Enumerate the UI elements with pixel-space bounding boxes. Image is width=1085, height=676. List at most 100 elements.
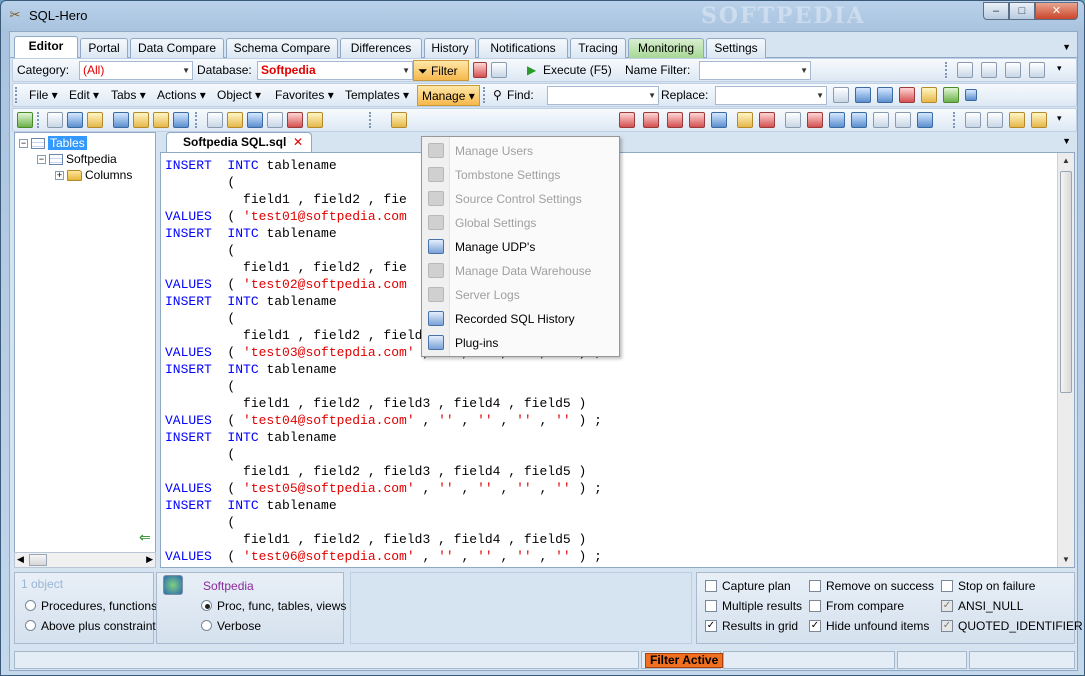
minimize-button[interactable]: – <box>983 2 1009 20</box>
menu-item-tombstone-settings[interactable]: Tombstone Settings <box>422 163 619 187</box>
tab-monitoring[interactable]: Monitoring <box>628 38 704 58</box>
help-icon[interactable] <box>737 112 753 128</box>
title-bar[interactable]: ✂ SQL-Hero SOFTPEDIA – □ ✕ <box>1 1 1084 31</box>
name-filter-select[interactable]: ▼ <box>699 61 811 80</box>
toolbar-grip[interactable] <box>369 112 373 128</box>
document-tab[interactable]: Softpedia SQL.sql ✕ <box>166 132 312 153</box>
tab-tracing[interactable]: Tracing <box>570 38 626 58</box>
menu-item-recorded-sql-history[interactable]: Recorded SQL History <box>422 307 619 331</box>
paste-icon[interactable] <box>1009 112 1025 128</box>
radio-dot[interactable] <box>25 620 36 632</box>
book-icon[interactable] <box>759 112 775 128</box>
quoted-identifier-checkbox[interactable]: ✓ QUOTED_IDENTIFIER <box>941 619 1083 633</box>
checkbox-box[interactable] <box>705 599 717 612</box>
highlight-icon[interactable] <box>921 87 937 103</box>
scroll-thumb[interactable] <box>29 554 47 566</box>
maximize-button[interactable]: □ <box>1009 2 1035 20</box>
menu-item-server-logs[interactable]: Server Logs <box>422 283 619 307</box>
menu-edit[interactable]: Edit ▾ <box>65 85 103 106</box>
checkbox-box[interactable] <box>809 599 821 612</box>
check-mark-icon[interactable]: ✓ <box>705 619 717 632</box>
toolbar-grip[interactable] <box>37 112 41 128</box>
menu-item-manage-udp-s[interactable]: Manage UDP's <box>422 235 619 259</box>
scroll-right-icon[interactable]: ▶ <box>146 554 153 565</box>
grid-delete-icon[interactable] <box>667 112 683 128</box>
script-icon[interactable] <box>113 112 129 128</box>
menu-item-plug-ins[interactable]: Plug-ins <box>422 331 619 355</box>
toolbar-grip[interactable] <box>195 112 199 128</box>
tab-editor[interactable]: Editor <box>14 36 78 59</box>
bookmark-icon[interactable] <box>943 87 959 103</box>
scroll-thumb[interactable] <box>1060 171 1072 393</box>
tab-history[interactable]: History <box>424 38 476 58</box>
small-window-icon[interactable] <box>965 89 977 101</box>
menu-item-global-settings[interactable]: Global Settings <box>422 211 619 235</box>
editor-vertical-scrollbar[interactable]: ▲ ▼ <box>1057 153 1074 567</box>
list-icon[interactable] <box>711 112 727 128</box>
checkbox-box[interactable] <box>941 579 953 592</box>
checkbox-box[interactable] <box>705 579 717 592</box>
toolbar-grip[interactable] <box>15 87 19 103</box>
sql-icon[interactable] <box>47 112 63 128</box>
user-edit-icon[interactable] <box>851 112 867 128</box>
category-select[interactable]: (All) ▼ <box>79 61 193 80</box>
radio-proc-func-tables[interactable]: Proc, func, tables, views <box>201 599 346 613</box>
tab-differences[interactable]: Differences <box>340 38 422 58</box>
radio-dot[interactable] <box>201 620 212 632</box>
copy-icon[interactable] <box>987 112 1003 128</box>
wrench-icon[interactable] <box>473 62 487 78</box>
results-in-grid-checkbox[interactable]: ✓ Results in grid <box>705 619 798 633</box>
scope-doc-icon[interactable] <box>1005 62 1021 78</box>
replace-all-icon[interactable] <box>899 87 915 103</box>
tab-portal[interactable]: Portal <box>80 38 128 58</box>
cut-icon[interactable] <box>965 112 981 128</box>
paste-special-icon[interactable] <box>1031 112 1047 128</box>
menu-item-source-control-settings[interactable]: Source Control Settings <box>422 187 619 211</box>
grid-remove-icon[interactable] <box>689 112 705 128</box>
scroll-up-icon[interactable]: ▲ <box>1062 156 1070 165</box>
ansi-null-checkbox[interactable]: ✓ ANSI_NULL <box>941 599 1023 613</box>
toolbar-grip[interactable] <box>483 87 487 103</box>
menu-actions[interactable]: Actions ▾ <box>153 85 210 106</box>
menu-file[interactable]: File ▾ <box>25 85 62 106</box>
scope-doc-icon[interactable] <box>981 62 997 78</box>
scope-doc-icon[interactable] <box>957 62 973 78</box>
collapse-icon[interactable]: − <box>19 139 28 149</box>
close-button[interactable]: ✕ <box>1035 2 1078 20</box>
tab-schema-compare[interactable]: Schema Compare <box>226 38 338 58</box>
export-icon[interactable] <box>173 112 189 128</box>
doc-icon[interactable] <box>207 112 223 128</box>
replace-input[interactable]: ▼ <box>715 86 827 105</box>
database-select[interactable]: Softpedia ▼ <box>257 61 413 80</box>
tree-node-database[interactable]: − Softpedia <box>37 152 117 168</box>
script-table-icon[interactable] <box>133 112 149 128</box>
radio-verbose[interactable]: Verbose <box>201 619 261 633</box>
find-next-icon[interactable] <box>833 87 849 103</box>
stop-on-failure-checkbox[interactable]: Stop on failure <box>941 579 1035 593</box>
check-mark-icon[interactable]: ✓ <box>941 619 953 632</box>
radio-procedures[interactable]: Procedures, functions <box>25 599 157 613</box>
search-binoculars-icon[interactable] <box>877 87 893 103</box>
open-folder-icon[interactable] <box>391 112 407 128</box>
tab-overflow-icon[interactable]: ▼ <box>1062 42 1071 52</box>
radio-dot[interactable] <box>201 600 212 612</box>
menu-object[interactable]: Object ▾ <box>213 85 265 106</box>
scroll-left-icon[interactable]: ◀ <box>17 554 24 565</box>
star-icon[interactable] <box>307 112 323 128</box>
search-all-icon[interactable] <box>855 87 871 103</box>
check-icon[interactable] <box>267 112 283 128</box>
open-table-icon[interactable] <box>153 112 169 128</box>
tree-node-columns[interactable]: + Columns <box>55 168 132 184</box>
check-mark-icon[interactable]: ✓ <box>941 599 953 612</box>
execute-play-icon[interactable]: ▶ <box>527 63 536 77</box>
scroll-down-icon[interactable]: ▼ <box>1062 555 1070 564</box>
tree-node-tables[interactable]: − Tables <box>19 136 87 152</box>
filter-button[interactable]: ⏷ Filter <box>413 60 469 81</box>
menu-item-manage-data-warehouse[interactable]: Manage Data Warehouse <box>422 259 619 283</box>
menu-item-manage-users[interactable]: Manage Users <box>422 139 619 163</box>
scope-down-icon[interactable] <box>1029 62 1045 78</box>
text-az-icon[interactable] <box>873 112 889 128</box>
check-sql-icon[interactable] <box>247 112 263 128</box>
hide-unfound-checkbox[interactable]: ✓ Hide unfound items <box>809 619 929 633</box>
remove-on-success-checkbox[interactable]: Remove on success <box>809 579 934 593</box>
